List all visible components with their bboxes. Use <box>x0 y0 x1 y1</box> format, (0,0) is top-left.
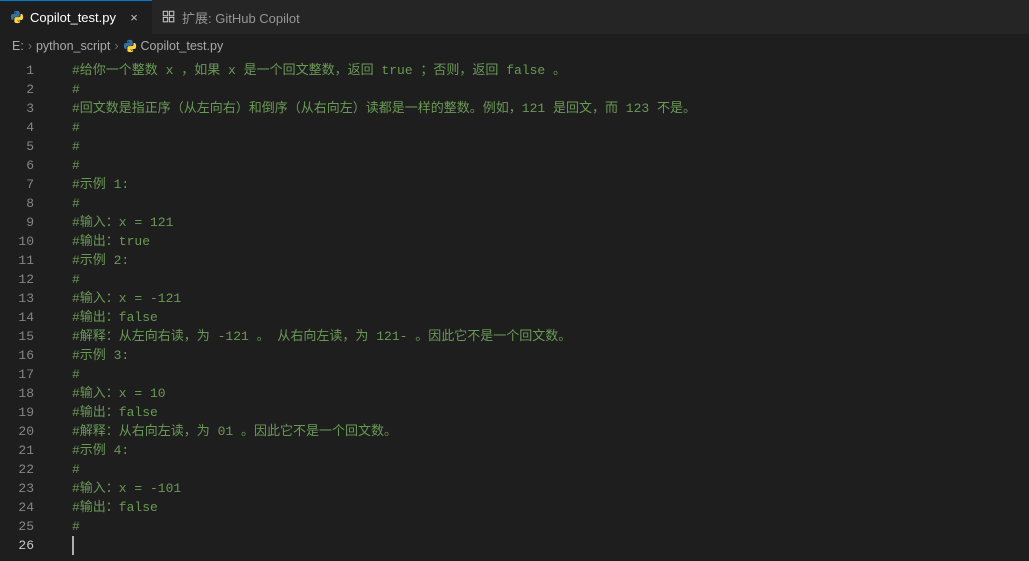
line-number: 21 <box>0 441 52 460</box>
code-line: #输出：false <box>72 310 158 325</box>
code-line: #示例 2: <box>72 253 129 268</box>
breadcrumb-seg-file[interactable]: Copilot_test.py <box>141 39 224 53</box>
python-file-icon <box>10 10 24 24</box>
code-line: # <box>72 272 80 287</box>
line-number: 3 <box>0 99 52 118</box>
code-line: #输入：x = 10 <box>72 386 166 401</box>
code-line: # <box>72 367 80 382</box>
code-line: #给你一个整数 x ，如果 x 是一个回文整数，返回 true ；否则，返回 f… <box>72 63 566 78</box>
python-file-icon <box>123 39 137 53</box>
code-area[interactable]: #给你一个整数 x ，如果 x 是一个回文整数，返回 true ；否则，返回 f… <box>52 57 1029 561</box>
line-number: 24 <box>0 498 52 517</box>
line-number: 18 <box>0 384 52 403</box>
code-line: #回文数是指正序（从左向右）和倒序（从右向左）读都是一样的整数。例如，121 是… <box>72 101 696 116</box>
line-number: 1 <box>0 61 52 80</box>
code-line: #输出：false <box>72 500 158 515</box>
line-number: 5 <box>0 137 52 156</box>
line-number: 12 <box>0 270 52 289</box>
code-line: # <box>72 120 80 135</box>
code-line: # <box>72 82 80 97</box>
line-number: 10 <box>0 232 52 251</box>
line-number: 13 <box>0 289 52 308</box>
line-number: 2 <box>0 80 52 99</box>
line-number: 23 <box>0 479 52 498</box>
cursor <box>72 536 74 555</box>
line-number: 6 <box>0 156 52 175</box>
line-number: 26 <box>0 536 52 555</box>
tab-label: 扩展: GitHub Copilot <box>182 8 300 27</box>
code-line: #输入：x = 121 <box>72 215 173 230</box>
tab-label: Copilot_test.py <box>30 10 116 25</box>
line-number: 14 <box>0 308 52 327</box>
tab-copilot-test-py[interactable]: Copilot_test.py × <box>0 0 152 34</box>
code-line: #解释：从右向左读，为 01 。因此它不是一个回文数。 <box>72 424 397 439</box>
code-line: # <box>72 519 80 534</box>
code-line: #输入：x = -121 <box>72 291 181 306</box>
code-line: # <box>72 139 80 154</box>
code-line: #输入：x = -101 <box>72 481 181 496</box>
code-line: # <box>72 462 80 477</box>
breadcrumb[interactable]: E: › python_script › Copilot_test.py <box>0 35 1029 57</box>
line-number: 17 <box>0 365 52 384</box>
tabs-bar: Copilot_test.py × 扩展: GitHub Copilot <box>0 0 1029 35</box>
tab-github-copilot-extension[interactable]: 扩展: GitHub Copilot <box>152 0 310 34</box>
line-number: 22 <box>0 460 52 479</box>
editor[interactable]: 1 2 3 4 5 6 7 8 9 10 11 12 13 14 15 16 1… <box>0 57 1029 561</box>
breadcrumb-seg-drive[interactable]: E: <box>12 39 24 53</box>
close-icon[interactable]: × <box>126 9 142 25</box>
chevron-right-icon: › <box>28 39 32 53</box>
line-number: 15 <box>0 327 52 346</box>
line-number: 9 <box>0 213 52 232</box>
line-number: 8 <box>0 194 52 213</box>
code-line: #示例 4: <box>72 443 129 458</box>
code-line: #示例 3: <box>72 348 129 363</box>
code-line: #输出：false <box>72 405 158 420</box>
line-number: 4 <box>0 118 52 137</box>
breadcrumb-seg-folder[interactable]: python_script <box>36 39 110 53</box>
code-line: #示例 1: <box>72 177 129 192</box>
code-line: #解释：从左向右读，为 -121 。 从右向左读，为 121- 。因此它不是一个… <box>72 329 571 344</box>
line-number: 20 <box>0 422 52 441</box>
chevron-right-icon: › <box>114 39 118 53</box>
line-number: 19 <box>0 403 52 422</box>
line-gutter: 1 2 3 4 5 6 7 8 9 10 11 12 13 14 15 16 1… <box>0 57 52 561</box>
line-number: 16 <box>0 346 52 365</box>
code-line: #输出：true <box>72 234 150 249</box>
code-line: # <box>72 196 80 211</box>
line-number: 25 <box>0 517 52 536</box>
line-number: 11 <box>0 251 52 270</box>
line-number: 7 <box>0 175 52 194</box>
code-line: # <box>72 158 80 173</box>
extension-icon <box>162 10 176 24</box>
